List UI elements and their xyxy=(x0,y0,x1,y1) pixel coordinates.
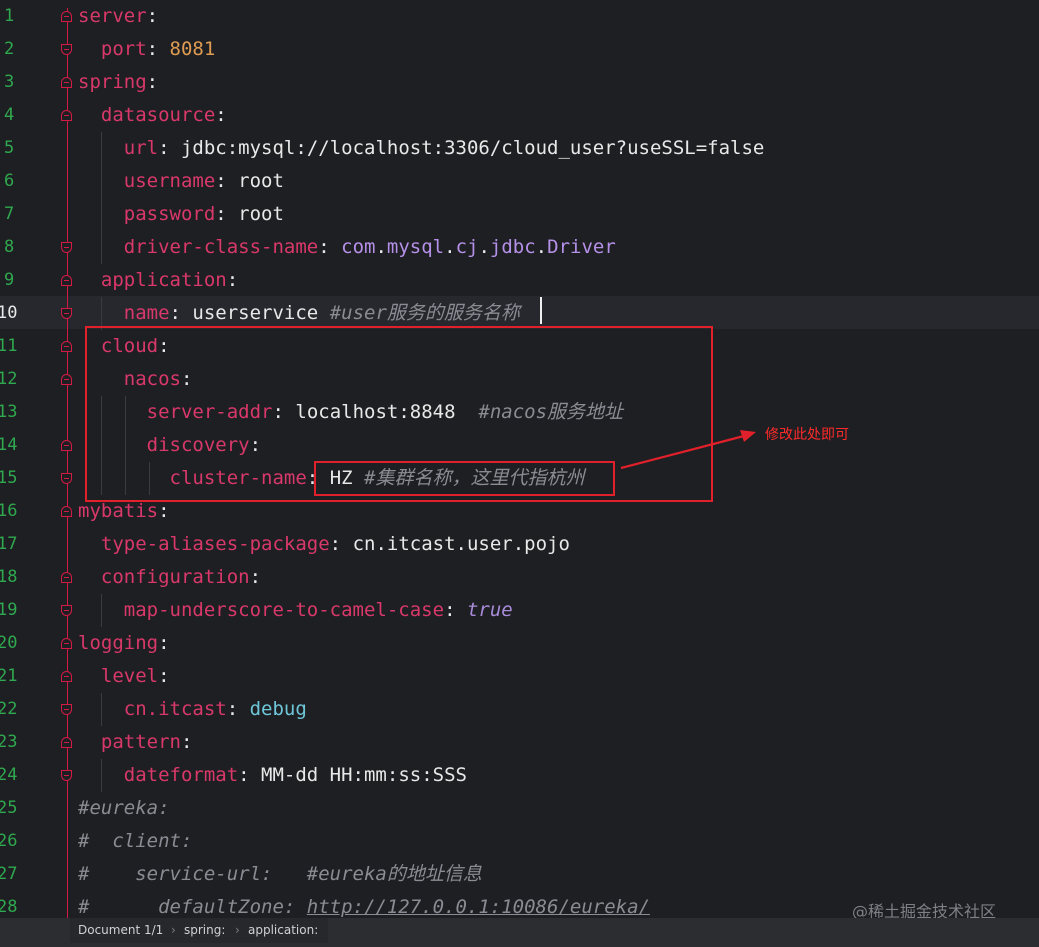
status-document[interactable]: Document 1/1 xyxy=(78,918,163,943)
annotation-label: 修改此处即可 xyxy=(765,427,849,443)
breadcrumb-separator-icon: › xyxy=(171,923,176,937)
status-bar: Document 1/1 › spring: › application: xyxy=(0,918,1039,947)
breadcrumb-item-application[interactable]: application: xyxy=(248,918,318,943)
code-editor[interactable]: 1 2 3 4 5 6 7 8 9 10 11 12 13 14 15 16 1… xyxy=(0,0,1039,921)
breadcrumb-separator-icon: › xyxy=(235,923,240,937)
breadcrumb-item-spring[interactable]: spring: xyxy=(184,918,225,943)
annotation-arrow-icon xyxy=(620,430,756,470)
